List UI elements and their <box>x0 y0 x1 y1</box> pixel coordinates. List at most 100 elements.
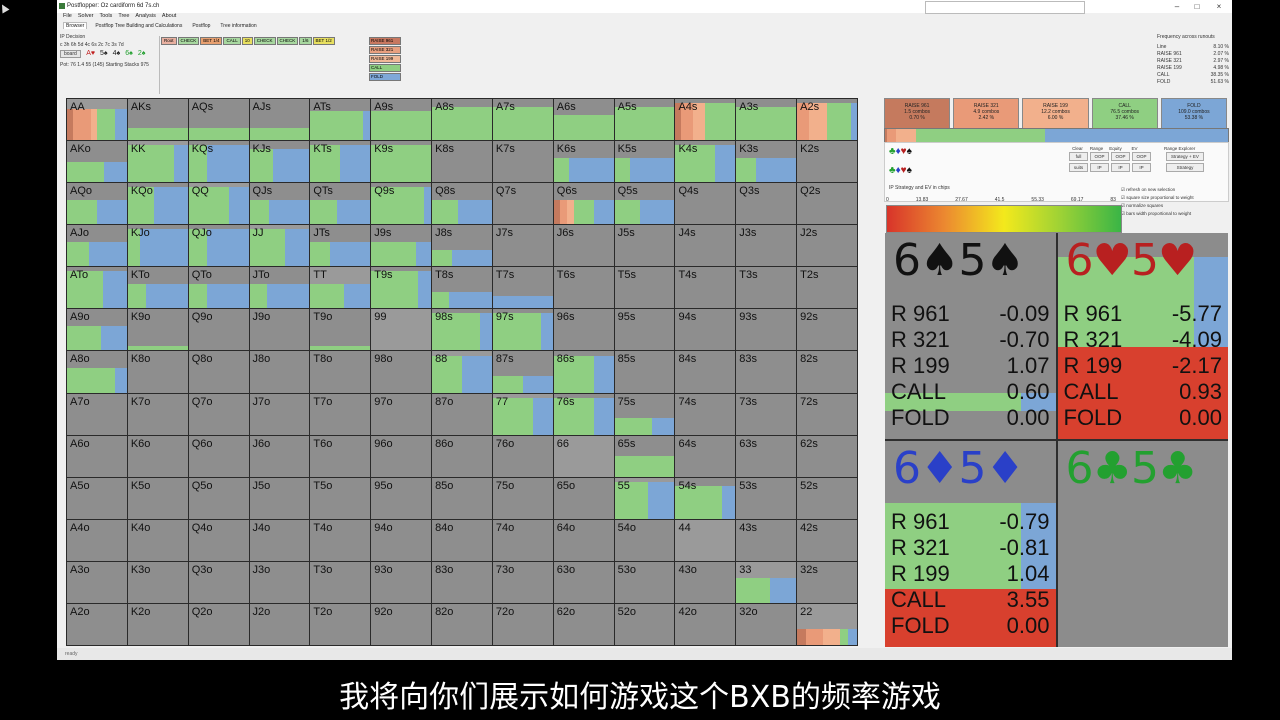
menu-item-solver[interactable]: Solver <box>78 13 94 19</box>
board-button[interactable]: board <box>60 50 81 58</box>
action-node[interactable]: 1/6 <box>299 37 312 45</box>
hand-cell-A5o[interactable]: A5o <box>67 477 127 519</box>
hand-cell-32s[interactable]: 32s <box>797 561 857 603</box>
minimize-icon[interactable]: – <box>1167 1 1187 12</box>
hand-cell-88[interactable]: 88 <box>432 351 492 393</box>
hand-cell-54o[interactable]: 54o <box>614 519 675 561</box>
hand-cell-65o[interactable]: 65o <box>553 477 614 519</box>
hand-cell-A7o[interactable]: A7o <box>67 393 127 435</box>
hand-cell-T5o[interactable]: T5o <box>310 477 371 519</box>
hand-cell-Q2o[interactable]: Q2o <box>188 603 249 645</box>
control-button[interactable]: suits <box>1069 163 1088 172</box>
hand-cell-66[interactable]: 66 <box>553 435 614 477</box>
hand-cell-KTo[interactable]: KTo <box>127 267 188 309</box>
hand-cell-77[interactable]: 77 <box>492 393 553 435</box>
hand-cell-63s[interactable]: 63s <box>736 435 797 477</box>
option-checkbox[interactable]: ☑ bars width proportional to weight <box>1121 210 1194 218</box>
hand-cell-K8s[interactable]: K8s <box>432 141 492 183</box>
hand-cell-75s[interactable]: 75s <box>614 393 675 435</box>
tab-0[interactable]: Browser <box>63 22 88 29</box>
hand-cell-AKs[interactable]: AKs <box>127 99 188 141</box>
hand-cell-T8s[interactable]: T8s <box>432 267 492 309</box>
action-option[interactable]: RAISE 961 <box>369 37 401 45</box>
hand-cell-87o[interactable]: 87o <box>432 393 492 435</box>
hand-cell-Q7s[interactable]: Q7s <box>492 183 553 225</box>
menu-item-analysis[interactable]: Analysis <box>135 13 155 19</box>
combo-box[interactable]: 6♠5♠ R 961 -0.09 R 321 -0.70 R 199 1.07 CALL 0.6… <box>885 233 1056 439</box>
hand-cell-A7s[interactable]: A7s <box>492 99 553 141</box>
hand-cell-AJo[interactable]: AJo <box>67 225 127 267</box>
hand-cell-T4s[interactable]: T4s <box>675 267 736 309</box>
hand-cell-73s[interactable]: 73s <box>736 393 797 435</box>
hand-cell-98s[interactable]: 98s <box>432 309 492 351</box>
action-node[interactable]: CHECK <box>177 37 200 45</box>
hand-cell-T7o[interactable]: T7o <box>310 393 371 435</box>
hand-cell-83s[interactable]: 83s <box>736 351 797 393</box>
hand-cell-J4o[interactable]: J4o <box>249 519 310 561</box>
hand-cell-T9s[interactable]: T9s <box>371 267 432 309</box>
hand-cell-43s[interactable]: 43s <box>736 519 797 561</box>
action-option[interactable]: CALL <box>369 64 401 72</box>
hand-cell-Q5s[interactable]: Q5s <box>614 183 675 225</box>
menu-item-file[interactable]: File <box>63 13 72 19</box>
hand-cell-93s[interactable]: 93s <box>736 309 797 351</box>
tab-3[interactable]: Tree information <box>218 23 258 29</box>
hand-cell-72o[interactable]: 72o <box>492 603 553 645</box>
hand-cell-A8o[interactable]: A8o <box>67 351 127 393</box>
hand-cell-AQo[interactable]: AQo <box>67 183 127 225</box>
menu-item-tools[interactable]: Tools <box>99 13 112 19</box>
hand-cell-87s[interactable]: 87s <box>492 351 553 393</box>
hand-cell-K7s[interactable]: K7s <box>492 141 553 183</box>
hand-cell-55[interactable]: 55 <box>614 477 675 519</box>
control-button[interactable]: OOP <box>1090 152 1109 161</box>
hand-cell-ATs[interactable]: ATs <box>310 99 371 141</box>
hand-cell-TT[interactable]: TT <box>310 267 371 309</box>
menu-item-about[interactable]: About <box>162 13 176 19</box>
control-button[interactable]: OOP <box>1111 152 1130 161</box>
hand-cell-T7s[interactable]: T7s <box>492 267 553 309</box>
option-checkbox[interactable]: ☑ square size proportional to weight <box>1121 194 1194 202</box>
hand-cell-A3o[interactable]: A3o <box>67 561 127 603</box>
menu-item-tree[interactable]: Tree <box>118 13 129 19</box>
control-button[interactable]: IP <box>1090 163 1109 172</box>
hand-cell-85s[interactable]: 85s <box>614 351 675 393</box>
action-node[interactable]: BET 1/2 <box>312 37 335 45</box>
hand-cell-53s[interactable]: 53s <box>736 477 797 519</box>
hand-cell-AKo[interactable]: AKo <box>67 141 127 183</box>
hand-cell-62o[interactable]: 62o <box>553 603 614 645</box>
hand-cell-K2s[interactable]: K2s <box>797 141 857 183</box>
hand-cell-Q5o[interactable]: Q5o <box>188 477 249 519</box>
hand-cell-74o[interactable]: 74o <box>492 519 553 561</box>
hand-cell-64s[interactable]: 64s <box>675 435 736 477</box>
hand-cell-52s[interactable]: 52s <box>797 477 857 519</box>
hand-cell-A8s[interactable]: A8s <box>432 99 492 141</box>
hand-cell-KK[interactable]: KK <box>127 141 188 183</box>
hand-cell-J3o[interactable]: J3o <box>249 561 310 603</box>
hand-cell-A2o[interactable]: A2o <box>67 603 127 645</box>
hand-cell-J2o[interactable]: J2o <box>249 603 310 645</box>
hand-cell-K6s[interactable]: K6s <box>553 141 614 183</box>
hand-cell-Q4s[interactable]: Q4s <box>675 183 736 225</box>
hand-cell-43o[interactable]: 43o <box>675 561 736 603</box>
hand-cell-KTs[interactable]: KTs <box>310 141 371 183</box>
hand-cell-96o[interactable]: 96o <box>371 435 432 477</box>
hand-cell-84o[interactable]: 84o <box>432 519 492 561</box>
hand-cell-73o[interactable]: 73o <box>492 561 553 603</box>
hand-cell-T3s[interactable]: T3s <box>736 267 797 309</box>
hand-cell-T2s[interactable]: T2s <box>797 267 857 309</box>
hand-cell-32o[interactable]: 32o <box>736 603 797 645</box>
hand-cell-J8s[interactable]: J8s <box>432 225 492 267</box>
hand-cell-J3s[interactable]: J3s <box>736 225 797 267</box>
action-node[interactable]: Root <box>161 37 177 45</box>
hand-cell-K8o[interactable]: K8o <box>127 351 188 393</box>
suit-row-1[interactable]: ♣♦♥♠ <box>889 146 912 157</box>
hand-cell-42o[interactable]: 42o <box>675 603 736 645</box>
hand-cell-A9o[interactable]: A9o <box>67 309 127 351</box>
view-mode-button[interactable]: Strategy + EV <box>1166 152 1204 161</box>
hand-cell-K4s[interactable]: K4s <box>675 141 736 183</box>
hand-cell-92s[interactable]: 92s <box>797 309 857 351</box>
hand-cell-63o[interactable]: 63o <box>553 561 614 603</box>
hand-cell-99[interactable]: 99 <box>371 309 432 351</box>
suit-row-2[interactable]: ♣♦♥♠ <box>889 165 912 176</box>
hand-cell-Q9s[interactable]: Q9s <box>371 183 432 225</box>
